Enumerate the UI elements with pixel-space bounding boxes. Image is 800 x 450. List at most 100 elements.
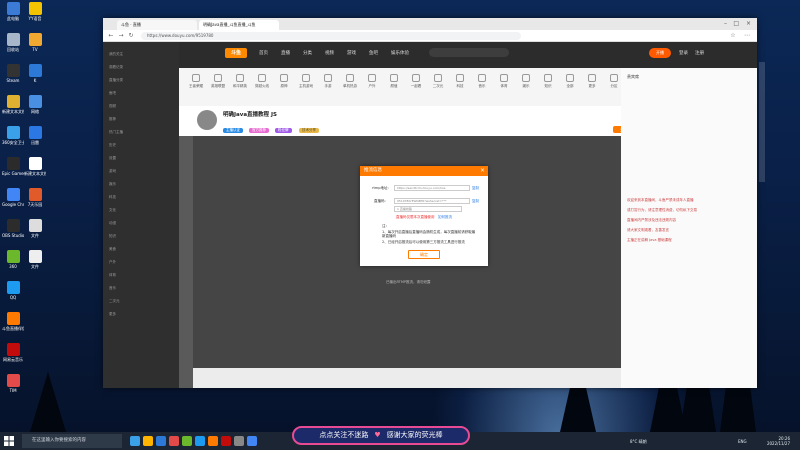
desktop-icon[interactable]: 新建文本文档 — [2, 95, 24, 114]
category-item[interactable]: 更多 — [583, 74, 601, 89]
topnav-item[interactable]: 鱼吧 — [369, 50, 378, 56]
maximize-icon[interactable]: □ — [733, 20, 739, 27]
login-link[interactable]: 登录 — [679, 50, 688, 56]
desktop-icon[interactable]: 文件 — [24, 219, 46, 238]
topnav-item[interactable]: 娱乐体验 — [391, 50, 409, 56]
desktop-icon[interactable]: 网络 — [24, 95, 46, 114]
category-item[interactable]: 一起看 — [407, 74, 425, 89]
category-item[interactable]: 知识 — [539, 74, 557, 89]
desktop-icon[interactable]: TV — [24, 33, 46, 52]
taskbar-search-input[interactable]: 在这里输入你要搜索的内容 — [22, 434, 122, 448]
douyu-logo[interactable]: 斗鱼 — [225, 48, 247, 58]
taskbar-app-icon[interactable] — [247, 436, 257, 446]
rtmp-copy-link[interactable]: 复制 — [472, 186, 479, 191]
desktop-icon[interactable]: QQ — [2, 281, 24, 300]
sidebar-item[interactable]: 文化 — [109, 208, 116, 213]
taskbar-app-icon[interactable] — [156, 436, 166, 446]
desktop-icon[interactable]: OBS Studio — [2, 219, 24, 238]
close-icon[interactable]: × — [746, 20, 751, 27]
clock[interactable]: 20:26 2022/11/27 — [767, 436, 790, 446]
stream-key-copy-link[interactable]: 复制 — [472, 199, 479, 204]
sidebar-item[interactable]: 动漫 — [109, 221, 116, 226]
sidebar-item[interactable]: 游戏 — [109, 169, 116, 174]
sidebar-item[interactable]: 二次元 — [109, 299, 120, 304]
tab-douyu-home[interactable]: 斗鱼 · 直播 — [117, 20, 197, 30]
taskbar-app-icon[interactable] — [130, 436, 140, 446]
taskbar-app-icon[interactable] — [182, 436, 192, 446]
taskbar-app-icon[interactable] — [234, 436, 244, 446]
category-item[interactable]: 科技 — [451, 74, 469, 89]
sidebar-item[interactable]: 鱼吧 — [109, 91, 116, 96]
topnav-item[interactable]: 游戏 — [347, 50, 356, 56]
desktop-icon[interactable]: 新建文本文档 — [24, 157, 46, 176]
category-item[interactable]: 手游 — [319, 74, 337, 89]
category-item[interactable]: 户外 — [363, 74, 381, 89]
tab-live-room[interactable]: 明确Java直播_斗鱼直播_斗鱼 — [199, 20, 279, 30]
extensions-icon[interactable]: ☆ — [729, 32, 737, 40]
category-item[interactable]: 音乐 — [473, 74, 491, 89]
minimize-icon[interactable]: – — [724, 20, 727, 27]
topnav-item[interactable]: 视频 — [325, 50, 334, 56]
taskbar-app-icon[interactable] — [143, 436, 153, 446]
desktop-icon[interactable]: 迅雷 — [24, 126, 46, 145]
desktop-icon[interactable]: 360安全卫士 — [2, 126, 24, 145]
desktop-icon[interactable]: 网易云音乐 — [2, 343, 24, 362]
sidebar-item[interactable]: 更多 — [109, 312, 116, 317]
desktop-icon[interactable]: K — [24, 64, 46, 83]
desktop-icon[interactable]: 此电脑 — [2, 2, 24, 21]
windows-start-icon[interactable] — [3, 435, 15, 447]
ok-button[interactable]: 确定 — [408, 250, 440, 259]
topnav-item[interactable]: 直播 — [281, 50, 290, 56]
sidebar-item[interactable]: 热门主播 — [109, 130, 123, 135]
taskbar-app-icon[interactable] — [195, 436, 205, 446]
site-search-input[interactable] — [429, 48, 509, 57]
stream-key-field[interactable]: 9519780rEWb8ER?wsSecret=*** — [394, 198, 470, 204]
category-item[interactable]: 英雄联盟 — [209, 74, 227, 89]
category-item[interactable]: 单机热游 — [341, 74, 359, 89]
rtmp-field[interactable]: https://sendtcdn.douyu.com/live — [394, 185, 470, 191]
sidebar-item[interactable]: 娱乐 — [109, 182, 116, 187]
category-item[interactable]: 穿越火线 — [253, 74, 271, 89]
sidebar-item[interactable]: 美食 — [109, 247, 116, 252]
desktop-icon[interactable]: 7天乐园 — [24, 188, 46, 207]
category-item[interactable]: 全部 — [561, 74, 579, 89]
topnav-item[interactable]: 分类 — [303, 50, 312, 56]
sidebar-item[interactable]: 知识 — [109, 234, 116, 239]
forward-icon[interactable]: → — [117, 32, 125, 40]
menu-icon[interactable]: ⋯ — [743, 32, 751, 40]
sidebar-item[interactable]: 我的关注 — [109, 52, 123, 57]
desktop-icon[interactable]: Epic Games Launcher — [2, 157, 24, 176]
line-select[interactable]: 1 直播线路 — [394, 206, 462, 212]
sidebar-item[interactable]: 音乐 — [109, 286, 116, 291]
register-link[interactable]: 注册 — [695, 50, 704, 56]
url-input[interactable]: https://www.douyu.com/9519780 — [141, 32, 521, 40]
sidebar-item[interactable]: 直播分类 — [109, 78, 123, 83]
taskbar-app-icon[interactable] — [221, 436, 231, 446]
category-item[interactable]: 娱乐 — [517, 74, 535, 89]
sidebar-item[interactable]: 推荐 — [109, 117, 116, 122]
desktop-icon[interactable]: TIM — [2, 374, 24, 393]
category-item[interactable]: 二次元 — [429, 74, 447, 89]
category-item[interactable]: 原神 — [275, 74, 293, 89]
category-item[interactable]: 和平精英 — [231, 74, 249, 89]
sidebar-item[interactable]: 户外 — [109, 260, 116, 265]
sidebar-item[interactable]: 体育 — [109, 273, 116, 278]
streamer-avatar[interactable] — [197, 110, 217, 130]
sidebar-item[interactable]: 观看记录 — [109, 65, 123, 70]
desktop-icon[interactable]: 斗鱼直播伴侣 — [2, 312, 24, 331]
taskbar-app-icon[interactable] — [208, 436, 218, 446]
desktop-icon[interactable]: 360 — [2, 250, 24, 269]
refresh-icon[interactable]: ↻ — [127, 32, 135, 40]
desktop-icon[interactable]: 回收站 — [2, 33, 24, 52]
ime-indicator[interactable]: ENG — [738, 439, 747, 444]
desktop-icon[interactable]: 文件 — [24, 250, 46, 269]
category-item[interactable]: 主机游戏 — [297, 74, 315, 89]
category-item[interactable]: 王者荣耀 — [187, 74, 205, 89]
desktop-icon[interactable]: Steam — [2, 64, 24, 83]
category-item[interactable]: 颜值 — [385, 74, 403, 89]
sidebar-item[interactable]: 视频 — [109, 104, 116, 109]
howto-link[interactable]: 如何推流 — [438, 215, 452, 220]
dialog-close-icon[interactable]: × — [480, 167, 485, 174]
desktop-icon[interactable]: Google Chrome — [2, 188, 24, 207]
sidebar-item[interactable]: 历史 — [109, 143, 116, 148]
